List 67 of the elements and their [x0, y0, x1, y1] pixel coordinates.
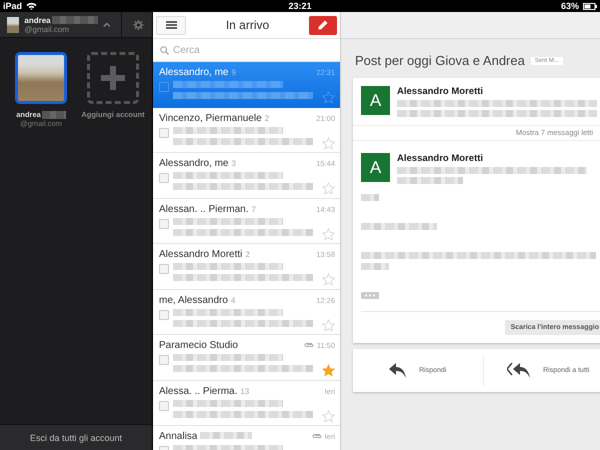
sender-name: Annalisa [159, 431, 198, 442]
sender-name: Alessandro, me [159, 67, 228, 78]
add-account-button[interactable] [87, 52, 139, 104]
message-count: 3 [231, 159, 236, 168]
sender-name: Paramecio Studio [159, 340, 238, 351]
search-icon [160, 46, 169, 54]
compose-button[interactable] [308, 16, 337, 34]
star-icon[interactable] [322, 182, 335, 195]
blurred-text [397, 177, 463, 184]
sender-name: Alessandro Moretti [159, 249, 242, 260]
device-name: iPad [3, 1, 22, 11]
sender-name: Alessandro Moretti [397, 86, 484, 97]
clock: 23:21 [288, 1, 312, 11]
star-icon[interactable] [322, 91, 335, 104]
plus-icon [101, 66, 125, 90]
message-count: 4 [230, 296, 236, 304]
more-dots-icon[interactable] [361, 292, 379, 299]
sign-out-all-button[interactable]: Esci da tutti gli account [0, 424, 152, 450]
blurred-text [361, 194, 379, 201]
blurred-text [361, 263, 389, 270]
settings-icon[interactable] [133, 18, 144, 32]
star-icon[interactable] [322, 364, 335, 377]
message-count: 2 [245, 250, 250, 259]
reply-arrow-icon [389, 363, 408, 378]
checkbox[interactable] [159, 128, 169, 138]
menu-icon [166, 21, 176, 29]
battery-percent: 63% [560, 1, 579, 11]
checkbox[interactable] [159, 82, 169, 92]
pencil-icon [318, 20, 328, 30]
chevron-up-icon[interactable] [102, 22, 110, 28]
sender-avatar: A [361, 86, 390, 115]
message-count: 9 [231, 68, 236, 77]
checkbox[interactable] [159, 400, 169, 410]
reply-all-arrow-icon [507, 363, 532, 378]
checkbox[interactable] [159, 355, 169, 365]
sender-avatar: A [361, 153, 390, 182]
message-count: 2 [264, 114, 270, 122]
wifi-icon [26, 2, 38, 10]
message-count: 7 [251, 204, 256, 214]
message-count: 13 [240, 386, 250, 396]
account-photo[interactable] [15, 52, 67, 104]
search-field[interactable]: Cerca [173, 44, 323, 56]
sender-name: Alessan. .. Pierman. [159, 204, 248, 214]
checkbox[interactable] [159, 264, 169, 274]
checkbox[interactable] [159, 173, 169, 183]
star-icon[interactable] [322, 318, 335, 332]
conversation-subject: Post per oggi Giova e Andrea [355, 53, 525, 68]
inbox-title: In arrivo [226, 18, 270, 32]
blurred-text [42, 110, 66, 118]
menu-button[interactable] [156, 16, 186, 34]
photo-placeholder [7, 16, 20, 32]
star-icon[interactable] [322, 228, 335, 240]
sender-name: Alessa. .. Pierma. [159, 386, 238, 396]
sender-name: Vincenzo, Piermanuele [159, 112, 262, 124]
blurred-text [200, 432, 252, 439]
battery-icon [583, 2, 597, 10]
sender-name: me, Alessandro [159, 294, 228, 306]
star-icon[interactable] [322, 410, 335, 422]
sender-name: Alessandro Moretti [397, 153, 484, 164]
account-name: andrea [24, 16, 51, 24]
star-icon[interactable] [322, 273, 335, 286]
sender-name: Alessandro, me [159, 158, 228, 169]
star-icon[interactable] [322, 136, 335, 150]
checkbox[interactable] [159, 310, 169, 320]
checkbox[interactable] [159, 218, 169, 228]
account-email: @gmail.com [24, 24, 70, 34]
blurred-text [52, 16, 98, 24]
